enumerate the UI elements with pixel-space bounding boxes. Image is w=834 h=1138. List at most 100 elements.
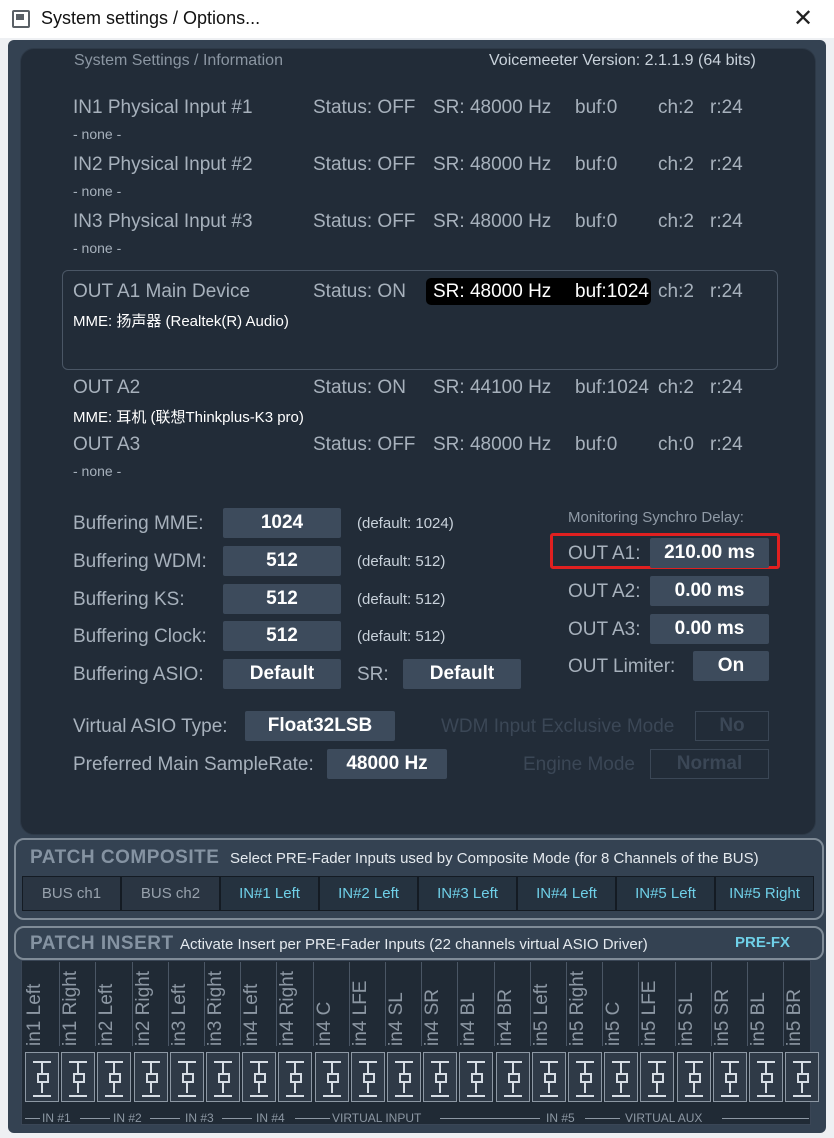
insert-toggle[interactable] — [242, 1052, 277, 1102]
patch-composite-button[interactable]: IN#5 Left — [616, 876, 715, 911]
insert-toggle[interactable] — [459, 1052, 494, 1102]
patch-composite-button[interactable]: IN#1 Left — [220, 876, 319, 911]
device-driver[interactable]: - none - — [73, 240, 121, 256]
patch-composite-button[interactable]: IN#3 Left — [418, 876, 517, 911]
insert-knob-icon — [290, 1073, 303, 1083]
patch-insert-title: PATCH INSERT — [30, 933, 174, 954]
version-label: Voicemeeter Version: 2.1.1.9 (64 bits) — [489, 52, 756, 69]
insert-toggle[interactable] — [676, 1052, 711, 1102]
patch-composite-button[interactable]: IN#5 Right — [715, 876, 814, 911]
device-sample-rate: SR: 48000 Hz — [433, 434, 552, 455]
insert-toggle[interactable] — [25, 1052, 59, 1102]
pre-fx-toggle[interactable]: PRE-FX — [735, 934, 790, 951]
engine-mode-field[interactable]: Normal — [650, 749, 769, 779]
patch-composite-button[interactable]: IN#4 Left — [517, 876, 616, 911]
device-driver[interactable]: - none - — [73, 126, 121, 142]
insert-toggle[interactable] — [495, 1052, 530, 1102]
buffering-asio-label: Buffering ASIO: — [73, 664, 204, 685]
group-bracket-line — [150, 1118, 180, 1119]
insert-knob-icon — [254, 1073, 267, 1083]
channel-separator — [131, 962, 133, 1046]
buffering-wdm-field[interactable]: 512 — [223, 546, 341, 576]
channel-separator — [602, 962, 604, 1046]
channel-separator — [710, 962, 712, 1046]
device-name[interactable]: IN3 Physical Input #3 — [73, 211, 253, 233]
samplerate-field[interactable]: 48000 Hz — [327, 749, 447, 779]
insert-toggle[interactable] — [712, 1052, 747, 1102]
insert-toggle[interactable] — [314, 1052, 349, 1102]
insert-channel-label: in4 C — [313, 1001, 335, 1046]
channel-separator — [747, 962, 748, 1046]
device-channels: ch:0 — [658, 434, 694, 455]
insert-knob-icon — [688, 1073, 701, 1083]
insert-toggle[interactable] — [785, 1052, 820, 1102]
insert-toggle[interactable] — [531, 1052, 566, 1102]
insert-channel-label: in5 Left — [530, 983, 552, 1046]
patch-composite-desc: Select PRE-Fader Inputs used by Composit… — [230, 850, 759, 867]
buffering-wdm-label: Buffering WDM: — [73, 551, 207, 572]
device-name[interactable]: IN2 Physical Input #2 — [73, 154, 253, 176]
device-buffer: buf:0 — [575, 211, 618, 232]
buffering-mme-field[interactable]: 1024 — [223, 508, 341, 538]
delay-a3-field[interactable]: 0.00 ms — [650, 614, 769, 644]
device-channels: ch:2 — [658, 377, 694, 398]
insert-channel-label: in5 Right — [567, 971, 588, 1046]
channel-separator — [783, 962, 785, 1046]
insert-toggle[interactable] — [61, 1052, 96, 1102]
patch-composite-button[interactable]: BUS ch2 — [121, 876, 220, 911]
channel-separator — [276, 962, 278, 1046]
patch-composite-button[interactable]: BUS ch1 — [22, 876, 121, 911]
patch-composite-title: PATCH COMPOSITE — [30, 847, 220, 868]
close-button[interactable]: ✕ — [786, 4, 820, 34]
channel-separator — [59, 962, 61, 1046]
insert-channel-label: in5 C — [603, 1001, 625, 1046]
insert-toggle[interactable] — [97, 1052, 132, 1102]
limiter-toggle[interactable]: On — [693, 651, 769, 681]
buffering-asio-field[interactable]: Default — [223, 659, 341, 689]
delay-a2-field[interactable]: 0.00 ms — [650, 576, 769, 606]
insert-toggle[interactable] — [423, 1052, 458, 1102]
asio-sr-field[interactable]: Default — [403, 659, 521, 689]
device-channels: ch:2 — [658, 281, 694, 302]
delay-a1-field[interactable]: 210.00 ms — [650, 538, 769, 568]
device-buffer: buf:0 — [575, 154, 618, 175]
insert-toggle[interactable] — [604, 1052, 639, 1102]
buffering-clock-field[interactable]: 512 — [223, 621, 341, 651]
insert-toggle[interactable] — [749, 1052, 783, 1102]
device-channels: ch:2 — [658, 97, 694, 118]
device-resolution: r:24 — [710, 434, 743, 455]
device-driver[interactable]: MME: 耳机 (联想Thinkplus-K3 pro) — [73, 406, 304, 427]
insert-toggle[interactable] — [387, 1052, 421, 1102]
channel-separator — [348, 962, 350, 1046]
group-bracket-line — [80, 1118, 110, 1119]
insert-toggle[interactable] — [568, 1052, 602, 1102]
channel-separator — [421, 962, 423, 1046]
insert-channel-label: in3 Left — [168, 983, 190, 1046]
device-name[interactable]: OUT A2 — [73, 377, 140, 399]
insert-toggle[interactable] — [350, 1052, 385, 1102]
insert-channel-label: in1 Right — [60, 971, 82, 1046]
app-icon — [12, 10, 30, 28]
insert-toggle[interactable] — [133, 1052, 168, 1102]
device-status: Status: ON — [313, 281, 406, 302]
asio-type-field[interactable]: Float32LSB — [245, 711, 395, 741]
device-driver[interactable]: MME: 扬声器 (Realtek(R) Audio) — [73, 310, 289, 331]
channel-separator — [167, 962, 169, 1046]
device-driver[interactable]: - none - — [73, 183, 121, 199]
device-resolution: r:24 — [710, 281, 743, 302]
insert-toggle[interactable] — [206, 1052, 240, 1102]
device-name[interactable]: IN1 Physical Input #1 — [73, 97, 253, 119]
device-status: Status: OFF — [313, 434, 416, 455]
insert-knob-icon — [435, 1073, 448, 1083]
device-name[interactable]: OUT A1 Main Device — [73, 281, 250, 303]
group-bracket-line — [295, 1118, 330, 1119]
wdm-exclusive-field[interactable]: No — [695, 711, 769, 741]
buffering-ks-field[interactable]: 512 — [223, 584, 341, 614]
insert-toggle[interactable] — [640, 1052, 675, 1102]
samplerate-label: Preferred Main SampleRate: — [73, 754, 314, 775]
device-driver[interactable]: - none - — [73, 463, 121, 479]
insert-toggle[interactable] — [169, 1052, 204, 1102]
insert-toggle[interactable] — [278, 1052, 313, 1102]
patch-composite-button[interactable]: IN#2 Left — [319, 876, 418, 911]
device-name[interactable]: OUT A3 — [73, 434, 140, 456]
